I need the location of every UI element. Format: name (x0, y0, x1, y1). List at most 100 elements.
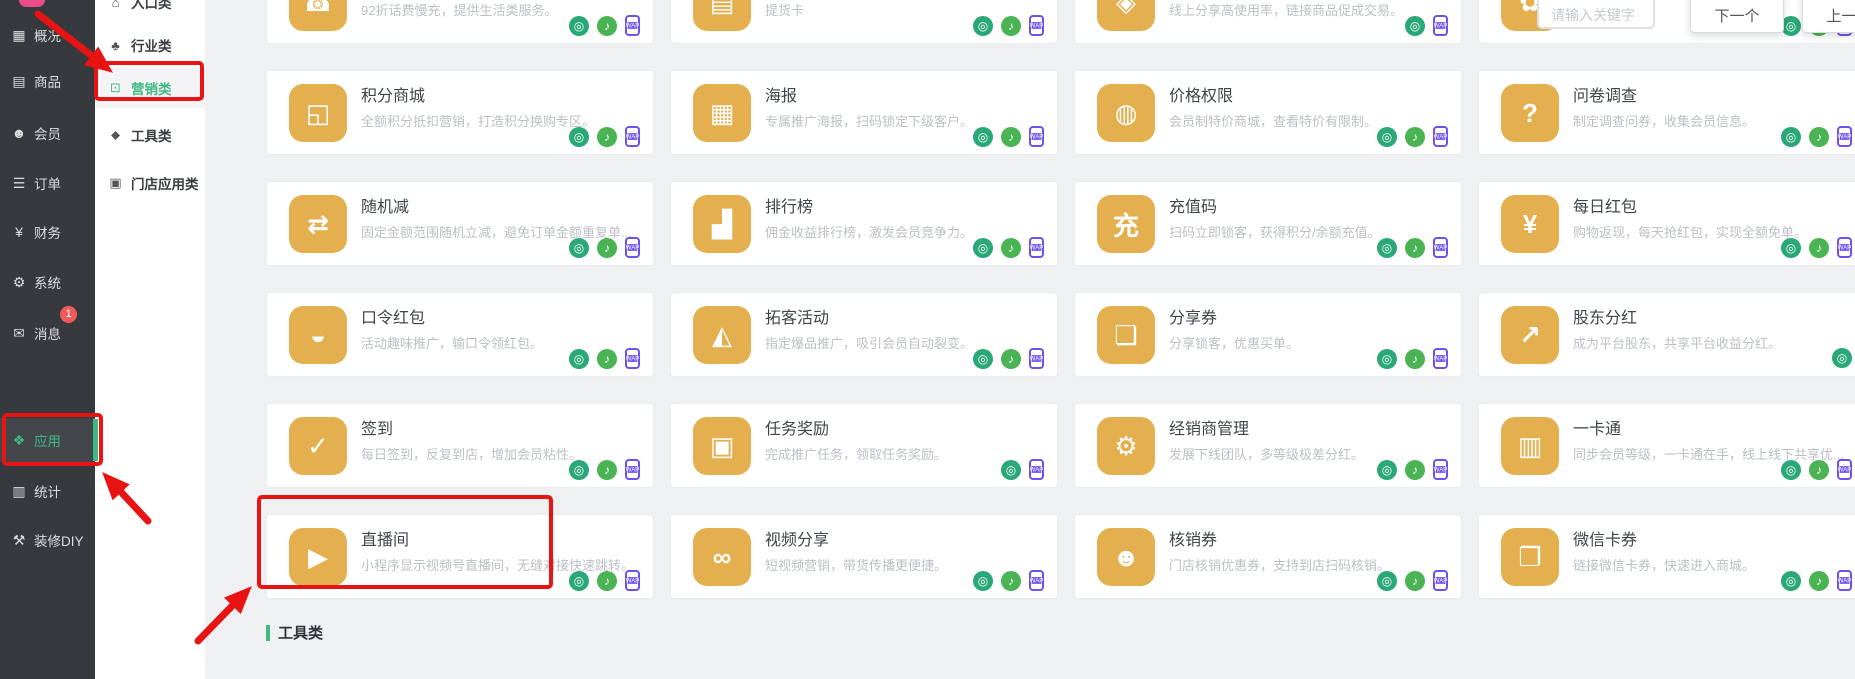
video-link-icon: ∞ (693, 528, 751, 586)
app-card[interactable]: ▣ 任务奖励 完成推广任务，领取任务奖励。 ◎WAP (670, 403, 1058, 488)
app-card[interactable]: ◍ 价格权限 会员制特价商城，查看特价有限制。 ◎♪WAP (1074, 70, 1462, 155)
short-video-badge: ♪ (1809, 127, 1829, 147)
app-card[interactable]: ☻ 核销券 门店核销优惠券，支持到店扫码核销。 ◎♪WAP (1074, 514, 1462, 599)
sidebar-item-overview[interactable]: ▦ 概况 (0, 13, 95, 57)
app-card[interactable]: ? 问卷调查 制定调查问券，收集会员信息。 ◎♪WAP (1478, 70, 1855, 155)
app-description: 佣金收益排行榜，激发会员竞争力。 (765, 222, 973, 241)
pickup-card-icon: ▤ (693, 0, 751, 31)
platform-badges: ◎WAP (1405, 15, 1448, 36)
app-card[interactable]: 充 充值码 扫码立即锁客，获得积分/余额充值。 ◎♪WAP (1074, 181, 1462, 266)
wap-badge: WAP (1433, 237, 1448, 258)
sidebar-item-stats-chart[interactable]: ▥ 统计 (0, 469, 95, 513)
wap-badge: WAP (625, 459, 640, 480)
app-description: 全额积分抵扣营销，打造积分换购专区。 (361, 111, 595, 130)
sidebar-item-message-bubble[interactable]: ✉ 消息 1 (0, 311, 95, 355)
find-keyword-input[interactable] (1537, 0, 1655, 29)
verify-ticket-icon: ☻ (1097, 528, 1155, 586)
app-description: 短视频营销，带货传播更便捷。 (765, 555, 947, 574)
sidebar-item-decorate-hammer[interactable]: ⚒ 装修DIY (0, 518, 95, 562)
app-card[interactable]: ▦ 海报 专属推广海报，扫码锁定下级客户。 ◎♪WAP (670, 70, 1058, 155)
sidebar-item-label: 财务 (34, 222, 61, 242)
app-card[interactable]: ☎ 92折话费慢充，提供生活类服务。 ◎♪WAP (266, 0, 654, 44)
app-card[interactable]: ↗ 股东分红 成为平台股东，共享平台收益分红。 ◎ (1478, 292, 1855, 377)
find-prev-button[interactable]: 上一个 (1802, 0, 1855, 33)
share-icon: ◈ (1097, 0, 1155, 31)
submenu-item-2[interactable]: ⊡ 营销类 (95, 68, 205, 108)
submenu-item-label: 营销类 (131, 78, 172, 98)
app-card[interactable]: ◭ 拓客活动 指定爆品推广，吸引会员自动裂变。 ◎♪WAP (670, 292, 1058, 377)
app-card[interactable]: ¥ 每日红包 购物返现，每天抢红包，实现全额免单。 ◎♪WAP (1478, 181, 1855, 266)
miniprogram-badge: ◎ (973, 349, 993, 369)
short-video-badge: ♪ (597, 460, 617, 480)
miniprogram-badge: ◎ (973, 127, 993, 147)
sidebar-item-system-gear[interactable]: ⚙ 系统 (0, 260, 95, 304)
ranking-podium-icon: ▟ (693, 195, 751, 253)
main-sidebar: ▦ 概况 ▤ 商品 ☻ 会员 ☰ 订单 ¥ 财务 ⚙ 系统 ✉ 消息 1 ❖ 应… (0, 0, 95, 679)
app-title: 排行榜 (765, 193, 813, 217)
app-title: 核销券 (1169, 526, 1217, 550)
app-description: 提货卡 (765, 0, 804, 19)
submenu-item-4[interactable]: ▣ 门店应用类 (95, 163, 205, 203)
miniprogram-badge: ◎ (1377, 127, 1397, 147)
industry-category-icon: ♣ (108, 38, 123, 53)
app-title: 问卷调查 (1573, 82, 1637, 106)
submenu-item-3[interactable]: ⬥ 工具类 (95, 115, 205, 155)
miniprogram-badge: ◎ (1377, 349, 1397, 369)
wap-badge: WAP (1029, 15, 1044, 36)
app-card[interactable]: ∞ 视频分享 短视频营销，带货传播更便捷。 ◎♪WAP (670, 514, 1058, 599)
app-title: 股东分红 (1573, 304, 1637, 328)
calendar-check-icon: ✓ (289, 417, 347, 475)
poster-image-icon: ▦ (693, 84, 751, 142)
system-gear-icon: ⚙ (11, 274, 27, 291)
submenu-item-1[interactable]: ♣ 行业类 (95, 25, 205, 65)
app-card[interactable]: ❏ 分享券 分享锁客，优惠买单。 ◎♪WAP (1074, 292, 1462, 377)
section-header-label: 工具类 (278, 622, 323, 643)
app-card[interactable]: ◱ 积分商城 全额积分抵扣营销，打造积分换购专区。 ◎♪WAP (266, 70, 654, 155)
admin-app-marketplace-screen: ▦ 概况 ▤ 商品 ☻ 会员 ☰ 订单 ¥ 财务 ⚙ 系统 ✉ 消息 1 ❖ 应… (0, 0, 1855, 679)
find-next-button[interactable]: 下一个 (1690, 0, 1784, 33)
app-description: 线上分享高使用率，链接商品促成交易。 (1169, 0, 1403, 19)
platform-badges: ◎♪WAP (1781, 237, 1852, 258)
red-envelope-icon: ¥ (1501, 195, 1559, 253)
app-card[interactable]: ◒ 口令红包 活动趣味推广，输口令领红包。 ◎♪WAP (266, 292, 654, 377)
platform-badges: ◎♪WAP (569, 15, 640, 36)
app-card[interactable]: ▥ 一卡通 同步会员等级，一卡通在手，线上线下共享优... ◎♪WAP (1478, 403, 1855, 488)
submenu-item-0[interactable]: ⌂ 入口类 (95, 0, 205, 22)
short-video-badge: ♪ (1405, 571, 1425, 591)
platform-badges: ◎♪WAP (973, 126, 1044, 147)
sidebar-item-goods[interactable]: ▤ 商品 (0, 59, 95, 103)
category-submenu: ⌂ 入口类 ♣ 行业类 ⊡ 营销类 ⬥ 工具类 ▣ 门店应用类 (95, 0, 205, 679)
app-title: 积分商城 (361, 82, 425, 106)
miniprogram-badge: ◎ (569, 16, 589, 36)
app-card[interactable]: ❐ 微信卡券 链接微信卡券，快速进入商城。 ◎♪WAP (1478, 514, 1855, 599)
platform-badges: ◎♪WAP (1377, 237, 1448, 258)
app-title: 价格权限 (1169, 82, 1233, 106)
wap-badge: WAP (1029, 570, 1044, 591)
submenu-item-label: 工具类 (131, 125, 172, 145)
platform-badges: ◎♪WAP (569, 348, 640, 369)
app-card[interactable]: ✿ 赠送 ◎♪WAP (1478, 0, 1855, 44)
sidebar-item-apps-cubes[interactable]: ❖ 应用 (0, 418, 95, 462)
app-card[interactable]: ▟ 排行榜 佣金收益排行榜，激发会员竞争力。 ◎♪WAP (670, 181, 1058, 266)
miniprogram-badge: ◎ (569, 571, 589, 591)
sidebar-item-orders-cart[interactable]: ☰ 订单 (0, 161, 95, 205)
wap-badge: WAP (625, 237, 640, 258)
app-title: 微信卡券 (1573, 526, 1637, 550)
app-card[interactable]: ▤ 提货卡 ◎♪WAP (670, 0, 1058, 44)
task-clipboard-icon: ▣ (693, 417, 751, 475)
app-card[interactable]: ⇄ 随机减 固定金额范围随机立减，避免订单金额重复单... ◎♪WAP (266, 181, 654, 266)
sidebar-item-members[interactable]: ☻ 会员 (0, 111, 95, 155)
platform-badges: ◎♪WAP (569, 237, 640, 258)
app-card[interactable]: ◈ 线上分享高使用率，链接商品促成交易。 ◎WAP (1074, 0, 1462, 44)
app-card[interactable]: ⚙ 经销商管理 发展下线团队，多等级极差分红。 ◎♪WAP (1074, 403, 1462, 488)
platform-badges: ◎♪WAP (1781, 126, 1852, 147)
app-card[interactable]: ▶ 直播间 小程序显示视频号直播间，无缝对接快速跳转。 ◎♪WAP (266, 514, 654, 599)
app-card[interactable]: ✓ 签到 每日签到，反复到店，增加会员粘性。 ◎♪WAP (266, 403, 654, 488)
section-header-bar (266, 625, 270, 641)
sidebar-item-finance-yen[interactable]: ¥ 财务 (0, 210, 95, 254)
tools-section-header: 工具类 (266, 622, 323, 643)
clipped-pink-badge (19, 0, 45, 7)
share-coupon-icon: ❏ (1097, 306, 1155, 364)
platform-badges: ◎♪WAP (973, 237, 1044, 258)
miniprogram-badge: ◎ (973, 16, 993, 36)
